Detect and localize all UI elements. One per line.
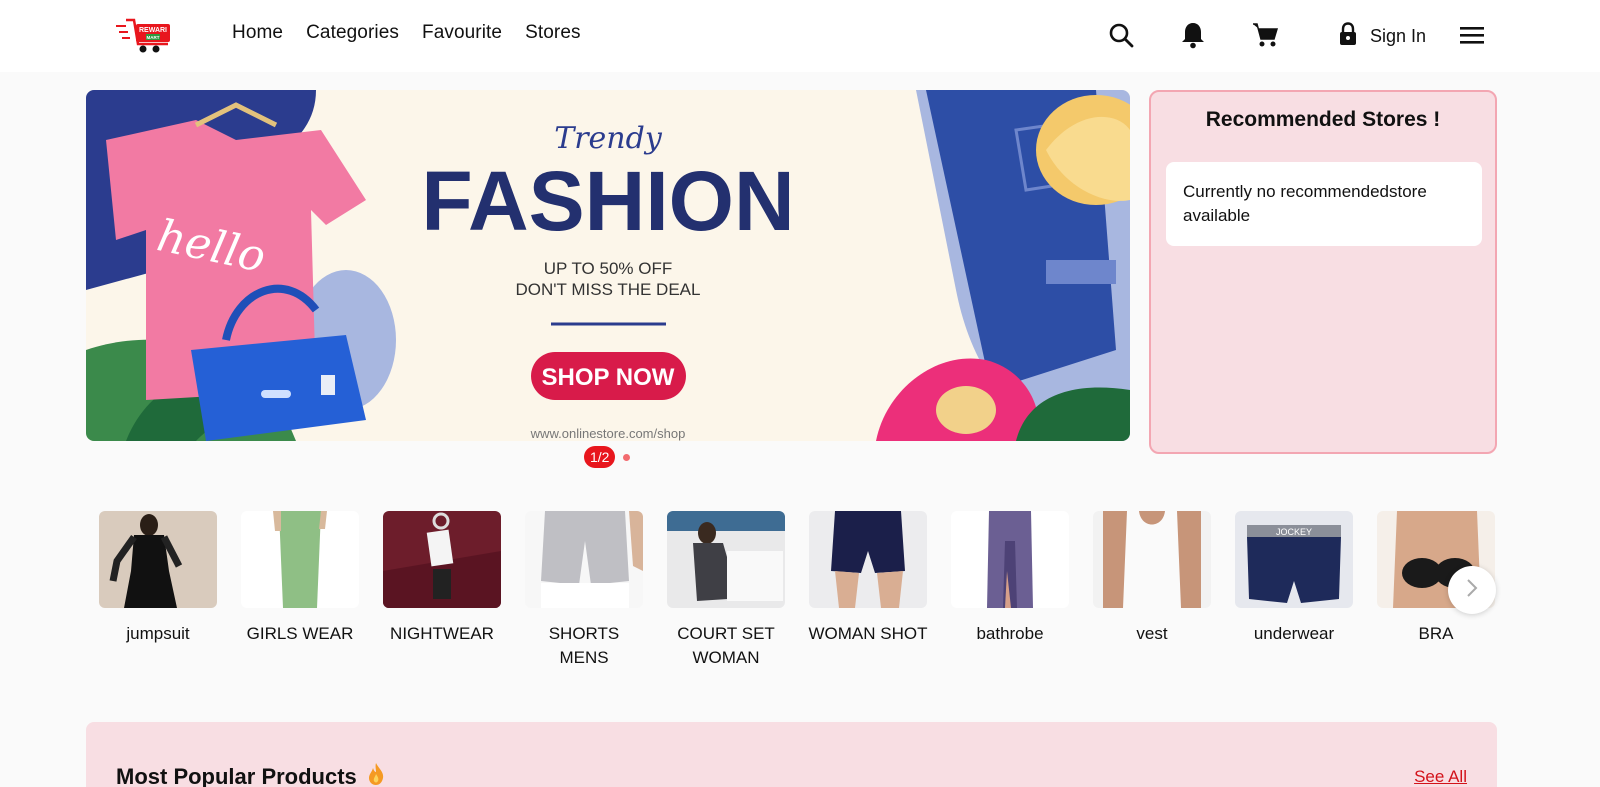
category-label: vest [1136,624,1168,643]
banner-line1: UP TO 50% OFF [544,259,673,278]
category-item[interactable]: NIGHTWEAR [382,511,502,646]
logo-text-top: REWARI [139,27,167,34]
category-image [667,511,785,608]
banner-url: www.onlinestore.com/shop [530,426,686,441]
category-label: COURT SET WOMAN [677,624,775,667]
category-image [99,511,217,608]
category-label: jumpsuit [126,624,190,643]
category-label: SHORTS MENS [548,624,620,667]
pager-indicator: 1/2 [584,446,616,468]
most-popular-title: Most Popular Products [116,764,357,787]
category-item[interactable]: GIRLS WEAR [240,511,360,646]
category-label: BRA [1418,624,1454,643]
category-item[interactable]: WOMAN SHOT [808,511,928,646]
category-image [809,511,927,608]
chevron-right-icon [1465,578,1479,603]
category-item[interactable]: vest [1092,511,1212,646]
menu-icon[interactable] [1457,20,1487,50]
category-item[interactable]: JOCKEY underwear [1234,511,1354,646]
category-carousel: jumpsuit GIRLS WEAR NIGHTWEAR SHORTS MEN… [98,511,1496,681]
pager-dot[interactable] [623,453,631,461]
category-label: NIGHTWEAR [390,624,494,643]
logo-text-bottom: MART [147,35,160,40]
category-image [951,511,1069,608]
category-label: bathrobe [976,624,1044,643]
top-header: REWARI MART Home Categories Favourite St… [0,0,1600,72]
promo-banner[interactable]: hello Trendy FASHION UP TO 50% OFF DON'T… [86,90,1130,441]
category-label: GIRLS WEAR [246,624,354,643]
search-icon[interactable] [1106,20,1136,50]
category-image [525,511,643,608]
category-image: JOCKEY [1235,511,1353,608]
category-item[interactable]: bathrobe [950,511,1070,646]
most-popular-section: Most Popular Products See All [86,722,1497,787]
see-all-link[interactable]: See All [1414,767,1467,787]
category-item[interactable]: SHORTS MENS [524,511,644,670]
banner-script-title: Trendy [554,121,663,156]
recommended-stores-empty: Currently no recommendedstore available [1166,162,1482,246]
lock-icon [1338,22,1358,51]
sign-in-button[interactable]: Sign In [1338,22,1426,51]
category-item[interactable]: COURT SET WOMAN [666,511,786,670]
category-label: WOMAN SHOT [808,624,928,643]
recommended-stores-title: Recommended Stores ! [1205,108,1441,131]
main-nav: Home Categories Favourite Stores [232,22,581,44]
category-image [1093,511,1211,608]
sign-in-label: Sign In [1370,26,1427,46]
cart-icon[interactable] [1250,20,1280,50]
most-popular-heading: Most Popular Products [116,762,385,787]
nav-stores[interactable]: Stores [525,22,581,44]
banner-pager[interactable]: 1/2 [584,446,631,468]
fire-icon [367,762,385,787]
nav-categories[interactable]: Categories [306,22,399,44]
rewari-mart-logo[interactable]: REWARI MART [116,16,176,54]
recommended-stores-panel: Recommended Stores ! Currently no recomm… [1149,90,1497,454]
category-image [383,511,501,608]
nav-favourite[interactable]: Favourite [422,22,502,44]
nav-home[interactable]: Home [232,22,283,44]
carousel-next-button[interactable] [1448,566,1496,614]
shop-now-button[interactable]: SHOP NOW [542,364,675,391]
svg-text:JOCKEY: JOCKEY [1276,527,1312,537]
category-image [241,511,359,608]
category-item[interactable]: jumpsuit [98,511,218,646]
bell-icon[interactable] [1178,20,1208,50]
banner-line2: DON'T MISS THE DEAL [516,280,701,299]
category-label: underwear [1253,624,1335,643]
banner-title: FASHION [421,154,794,248]
